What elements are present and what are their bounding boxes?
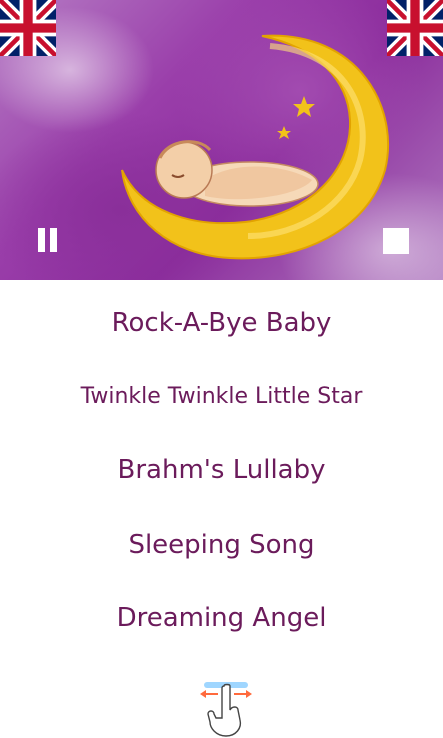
song-item-brahms-lullaby[interactable]: Brahm's Lullaby — [0, 455, 443, 485]
moon-sleeping-baby-illustration — [121, 34, 390, 260]
song-item-dreaming-angel[interactable]: Dreaming Angel — [0, 603, 443, 633]
song-item-twinkle-twinkle-little-star[interactable]: Twinkle Twinkle Little Star — [0, 384, 443, 409]
stop-icon — [383, 228, 409, 254]
pause-icon — [38, 228, 45, 252]
stop-button[interactable] — [383, 226, 409, 254]
uk-flag-icon[interactable] — [0, 0, 56, 56]
pause-button[interactable] — [36, 226, 62, 254]
song-item-sleeping-song[interactable]: Sleeping Song — [0, 530, 443, 560]
uk-flag-icon[interactable] — [387, 0, 443, 56]
song-item-rock-a-bye-baby[interactable]: Rock-A-Bye Baby — [0, 308, 443, 338]
header-artwork — [0, 0, 443, 280]
swipe-hint-icon — [200, 682, 252, 737]
song-list: Rock-A-Bye Baby Twinkle Twinkle Little S… — [0, 280, 443, 660]
